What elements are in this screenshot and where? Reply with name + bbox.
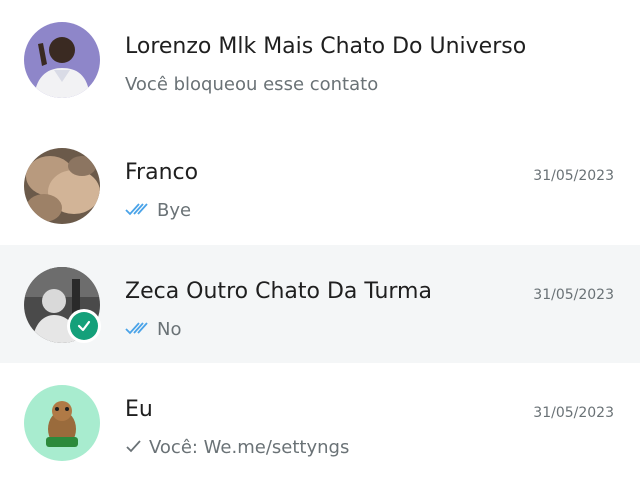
message-text: Bye — [157, 200, 192, 221]
chat-list: Lorenzo Mlk Mais Chato Do Universo Você … — [0, 0, 640, 480]
message-text: Você bloqueou esse contato — [125, 74, 379, 95]
contact-name: Lorenzo Mlk Mais Chato Do Universo — [125, 34, 527, 59]
chat-row-franco[interactable]: Franco 31/05/2023 Bye — [0, 126, 640, 244]
message-date: 31/05/2023 — [533, 168, 614, 184]
contact-name: Franco — [125, 160, 199, 185]
double-check-read-icon — [125, 200, 151, 221]
message-text: Você: We.me/settyngs — [149, 437, 350, 458]
last-message-preview: No — [125, 319, 181, 340]
double-check-read-icon — [125, 319, 151, 340]
check-icon — [70, 312, 98, 340]
photo-avatar-icon[interactable] — [24, 148, 100, 224]
last-message-preview: Você bloqueou esse contato — [125, 74, 378, 95]
message-date: 31/05/2023 — [533, 405, 614, 421]
chat-row-eu[interactable]: Eu 31/05/2023 Você: We.me/settyngs — [0, 363, 640, 480]
selected-check-badge — [67, 309, 101, 343]
person-avatar-icon[interactable] — [24, 22, 100, 98]
single-check-sent-icon — [125, 437, 143, 458]
message-text: No — [157, 319, 182, 340]
last-message-preview: Bye — [125, 200, 191, 221]
contact-name: Eu — [125, 397, 153, 422]
chat-row-zeca[interactable]: Zeca Outro Chato Da Turma 31/05/2023 No — [0, 245, 640, 363]
message-date: 31/05/2023 — [533, 287, 614, 303]
contact-name: Zeca Outro Chato Da Turma — [125, 279, 432, 304]
chat-row-lorenzo[interactable]: Lorenzo Mlk Mais Chato Do Universo Você … — [0, 0, 640, 118]
last-message-preview: Você: We.me/settyngs — [125, 437, 349, 458]
sticker-avatar-icon[interactable] — [24, 385, 100, 461]
